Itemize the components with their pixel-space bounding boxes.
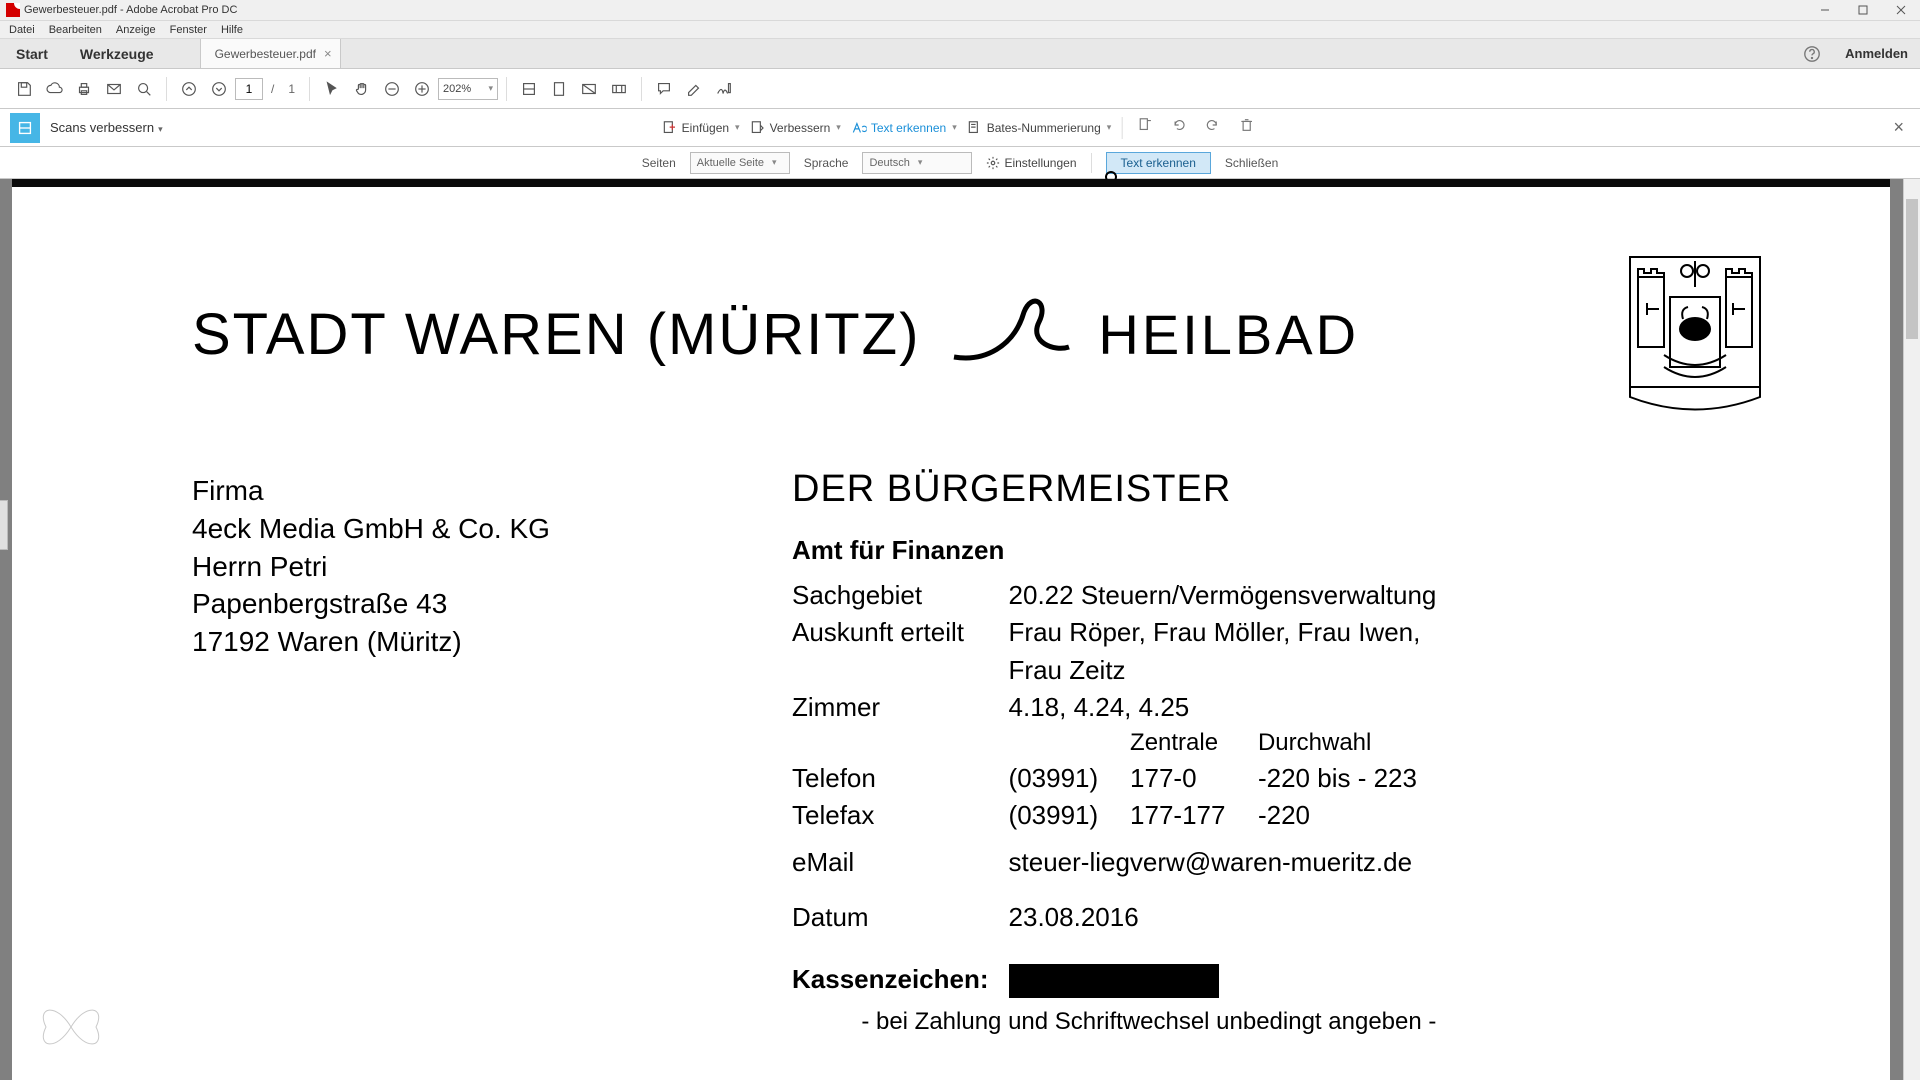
- search-icon[interactable]: [130, 75, 158, 103]
- bates-dropdown[interactable]: Bates-Nummerierung▾: [967, 120, 1112, 136]
- scan-enhance-toolbar: Scans verbessern▾ Einfügen▾ Verbessern▾ …: [0, 109, 1920, 147]
- menu-file[interactable]: Datei: [2, 24, 42, 36]
- signin-button[interactable]: Anmelden: [1833, 39, 1920, 68]
- scroll-mode-icon[interactable]: [605, 75, 633, 103]
- pdf-page: STADT WAREN (MÜRITZ) HEILBAD: [12, 179, 1890, 1080]
- swoosh-logo-icon: [944, 292, 1074, 377]
- zoom-out-icon[interactable]: [378, 75, 406, 103]
- sidebar-expand-handle[interactable]: [0, 500, 8, 550]
- document-viewport[interactable]: STADT WAREN (MÜRITZ) HEILBAD: [0, 179, 1920, 1080]
- print-icon[interactable]: [70, 75, 98, 103]
- scrollbar-thumb[interactable]: [1906, 199, 1918, 339]
- window-maximize-button[interactable]: [1844, 0, 1882, 21]
- window-minimize-button[interactable]: [1806, 0, 1844, 21]
- ocr-dropdown[interactable]: Text erkennen▾: [851, 120, 957, 136]
- insert-file-icon[interactable]: [1132, 117, 1156, 138]
- zoom-select[interactable]: 202%▾: [438, 78, 498, 100]
- window-close-button[interactable]: [1882, 0, 1920, 21]
- fit-page-icon[interactable]: [545, 75, 573, 103]
- rotate-cw-icon[interactable]: [1200, 117, 1224, 138]
- recipient-address: Firma 4eck Media GmbH & Co. KG Herrn Pet…: [192, 472, 732, 661]
- ocr-close-link[interactable]: Schließen: [1225, 156, 1278, 170]
- doc-heilbad: HEILBAD: [1098, 302, 1359, 367]
- ocr-settings-button[interactable]: Einstellungen: [986, 156, 1076, 170]
- zoom-in-icon[interactable]: [408, 75, 436, 103]
- menu-view[interactable]: Anzeige: [109, 24, 163, 36]
- highlight-icon[interactable]: [680, 75, 708, 103]
- doc-city-title: STADT WAREN (MÜRITZ): [192, 301, 920, 368]
- page-up-icon[interactable]: [175, 75, 203, 103]
- redacted-block: [1009, 964, 1219, 998]
- comment-icon[interactable]: [650, 75, 678, 103]
- ocr-recognize-button[interactable]: Text erkennen: [1106, 152, 1211, 174]
- city-crest-icon: [1620, 247, 1770, 422]
- mail-icon[interactable]: [100, 75, 128, 103]
- ocr-options-toolbar: Seiten Aktuelle Seite▾ Sprache Deutsch▾ …: [0, 147, 1920, 179]
- menu-bar: Datei Bearbeiten Anzeige Fenster Hilfe: [0, 21, 1920, 39]
- page-separator: /: [265, 82, 280, 96]
- menu-help[interactable]: Hilfe: [214, 24, 250, 36]
- sign-icon[interactable]: [710, 75, 738, 103]
- acrobat-app-icon: [6, 3, 20, 17]
- menu-window[interactable]: Fenster: [163, 24, 214, 36]
- tab-document-close-icon[interactable]: ×: [324, 46, 332, 61]
- document-tabstrip: Start Werkzeuge Gewerbesteuer.pdf × Anme…: [0, 39, 1920, 69]
- main-toolbar: / 1 202%▾: [0, 69, 1920, 109]
- page-total: 1: [282, 82, 301, 96]
- select-tool-icon[interactable]: [318, 75, 346, 103]
- scan-enhance-mode-dropdown[interactable]: Scans verbessern▾: [50, 120, 163, 135]
- butterfly-watermark-icon: [36, 997, 106, 1062]
- ocr-pages-label: Seiten: [642, 156, 676, 170]
- help-button[interactable]: [1791, 39, 1833, 68]
- window-titlebar: Gewerbesteuer.pdf - Adobe Acrobat Pro DC: [0, 0, 1920, 21]
- tab-document[interactable]: Gewerbesteuer.pdf ×: [200, 39, 341, 68]
- reading-mode-icon[interactable]: [575, 75, 603, 103]
- tab-tools[interactable]: Werkzeuge: [64, 39, 170, 68]
- menu-edit[interactable]: Bearbeiten: [42, 24, 109, 36]
- page-down-icon[interactable]: [205, 75, 233, 103]
- scanbar-close-icon[interactable]: ×: [1887, 117, 1910, 138]
- cloud-icon[interactable]: [40, 75, 68, 103]
- save-icon[interactable]: [10, 75, 38, 103]
- hand-tool-icon[interactable]: [348, 75, 376, 103]
- ocr-lang-dropdown[interactable]: Deutsch▾: [862, 152, 972, 174]
- insert-dropdown[interactable]: Einfügen▾: [662, 120, 740, 136]
- zoom-value: 202%: [443, 83, 471, 95]
- tab-start[interactable]: Start: [0, 39, 64, 68]
- scan-enhance-icon: [10, 113, 40, 143]
- sender-info-block: DER BÜRGERMEISTER Amt für Finanzen Sachg…: [792, 422, 1770, 1040]
- enhance-dropdown[interactable]: Verbessern▾: [750, 120, 841, 136]
- vertical-scrollbar[interactable]: [1903, 179, 1920, 1080]
- page-number-input[interactable]: [235, 78, 263, 100]
- fit-width-icon[interactable]: [515, 75, 543, 103]
- window-title: Gewerbesteuer.pdf - Adobe Acrobat Pro DC: [24, 4, 1806, 16]
- tab-document-label: Gewerbesteuer.pdf: [215, 47, 316, 61]
- ocr-lang-label: Sprache: [804, 156, 849, 170]
- rotate-ccw-icon[interactable]: [1166, 117, 1190, 138]
- ocr-pages-dropdown[interactable]: Aktuelle Seite▾: [690, 152, 790, 174]
- delete-icon[interactable]: [1234, 117, 1258, 138]
